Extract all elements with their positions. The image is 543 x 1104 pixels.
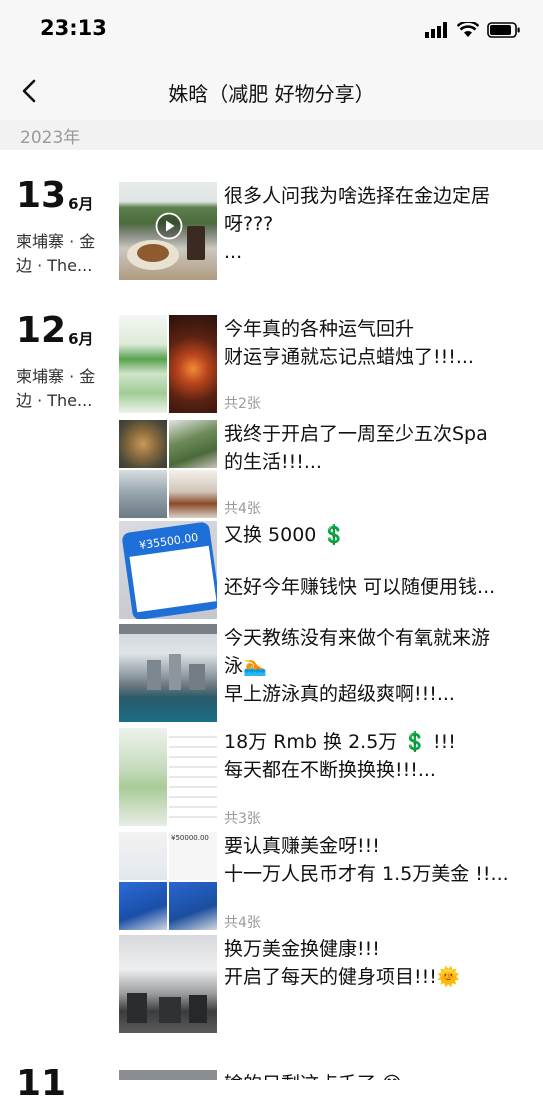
post-item[interactable]: ¥35500.00 又换 5000 💲 还好今年赚钱快 可以随便用钱...: [119, 521, 539, 619]
post-text-line: 又换 5000 💲: [224, 524, 347, 546]
post-thumbnail: [119, 1070, 217, 1080]
play-icon: [155, 212, 183, 240]
date-block-13: 13 6月 柬埔寨 · 金边 · The...: [16, 178, 106, 278]
year-divider: 2023年: [0, 120, 543, 150]
status-time: 23:13: [40, 16, 107, 40]
image-count: 共3张: [224, 811, 261, 827]
post-text: 输的只剩这点千了 😊: [224, 1070, 539, 1080]
post-text-line: 开启了每天的健身项目!!!🌞: [224, 966, 461, 988]
post-text-line: 18万 Rmb 换 2.5万 💲 !!!: [224, 731, 456, 753]
battery-icon: [487, 22, 520, 38]
post-text: 18万 Rmb 换 2.5万 💲 !!! 每天都在不断换换换!!!...: [224, 728, 539, 784]
post-thumbnail: [119, 420, 217, 518]
post-text-line: ...: [224, 241, 243, 263]
post-thumbnail: [119, 624, 217, 722]
post-text: 很多人问我为啥选择在金边定居 呀??? ...: [224, 182, 539, 266]
post-text: 我终于开启了一周至少五次Spa 的生活!!!...: [224, 420, 539, 476]
post-text: 今天教练没有来做个有氧就来游 泳🏊 早上游泳真的超级爽啊!!!...: [224, 624, 539, 708]
date-month: 6月: [68, 330, 94, 348]
post-text-line: [224, 549, 539, 573]
nav-bar: 姝晗（减肥 好物分享）: [0, 62, 543, 121]
post-thumbnail: [119, 935, 217, 1033]
post-text-line: 呀???: [224, 213, 274, 235]
post-item[interactable]: 换万美金换健康!!! 开启了每天的健身项目!!!🌞: [119, 935, 539, 1033]
post-item[interactable]: ¥50000.00 要认真赚美金呀!!! 十一万人民币才有 1.5万美金 !!.…: [119, 832, 539, 931]
post-text: 要认真赚美金呀!!! 十一万人民币才有 1.5万美金 !!...: [224, 832, 539, 888]
thumbnail-amount: ¥50000.00: [171, 834, 209, 842]
post-thumbnail: ¥35500.00: [119, 521, 217, 619]
post-item[interactable]: 今年真的各种运气回升 财运亨通就忘记点蜡烛了!!!... 共2张: [119, 315, 539, 413]
post-thumbnail: [119, 315, 217, 413]
date-day: 12: [16, 310, 67, 351]
post-text-line: 还好今年赚钱快 可以随便用钱...: [224, 576, 496, 598]
page-title: 姝晗（减肥 好物分享）: [168, 82, 375, 106]
post-item[interactable]: 今天教练没有来做个有氧就来游 泳🏊 早上游泳真的超级爽啊!!!...: [119, 624, 539, 722]
post-text-line: 的生活!!!...: [224, 451, 322, 473]
image-count: 共2张: [224, 396, 261, 412]
year-label: 2023年: [20, 128, 81, 148]
post-text: 换万美金换健康!!! 开启了每天的健身项目!!!🌞: [224, 935, 539, 991]
post-text: 又换 5000 💲 还好今年赚钱快 可以随便用钱...: [224, 521, 539, 601]
post-text-line: 早上游泳真的超级爽啊!!!...: [224, 683, 455, 705]
date-location: 柬埔寨 · 金边 · The...: [16, 232, 96, 275]
post-thumbnail: [119, 182, 217, 280]
post-text-line: 十一万人民币才有 1.5万美金 !!...: [224, 863, 509, 885]
post-text-line: 今年真的各种运气回升: [224, 318, 415, 340]
status-bar: 23:13: [0, 0, 543, 62]
post-item[interactable]: 18万 Rmb 换 2.5万 💲 !!! 每天都在不断换换换!!!... 共3张: [119, 728, 539, 827]
date-block-12: 12 6月 柬埔寨 · 金边 · The...: [16, 313, 106, 413]
post-thumbnail: [119, 728, 217, 826]
post-text-line: 输的只剩这点千了 😊: [224, 1070, 539, 1080]
post-text-line: 财运亨通就忘记点蜡烛了!!!...: [224, 346, 474, 368]
date-month: 6月: [68, 195, 94, 213]
post-text-line: 很多人问我为啥选择在金边定居: [224, 185, 491, 207]
date-block-11: 11: [16, 1066, 106, 1102]
date-location: 柬埔寨 · 金边 · The...: [16, 367, 96, 410]
wifi-icon: [457, 22, 479, 37]
post-item[interactable]: 很多人问我为啥选择在金边定居 呀??? ...: [119, 182, 539, 280]
post-text-line: 要认真赚美金呀!!!: [224, 835, 380, 857]
post-text-line: 我终于开启了一周至少五次Spa: [224, 423, 488, 445]
image-count: 共4张: [224, 501, 261, 517]
post-text: 今年真的各种运气回升 财运亨通就忘记点蜡烛了!!!...: [224, 315, 539, 371]
image-count: 共4张: [224, 915, 261, 931]
signal-icon: [425, 22, 447, 38]
post-thumbnail: ¥50000.00: [119, 832, 217, 930]
post-text-line: 今天教练没有来做个有氧就来游: [224, 627, 491, 649]
post-item[interactable]: 我终于开启了一周至少五次Spa 的生活!!!... 共4张: [119, 420, 539, 518]
post-item[interactable]: 输的只剩这点千了 😊: [119, 1070, 539, 1080]
date-day: 11: [16, 1063, 67, 1104]
date-day: 13: [16, 175, 67, 216]
status-icons: [425, 20, 521, 40]
post-text-line: 泳🏊: [224, 655, 267, 677]
post-text-line: 换万美金换健康!!!: [224, 938, 380, 960]
post-text-line: 每天都在不断换换换!!!...: [224, 759, 436, 781]
